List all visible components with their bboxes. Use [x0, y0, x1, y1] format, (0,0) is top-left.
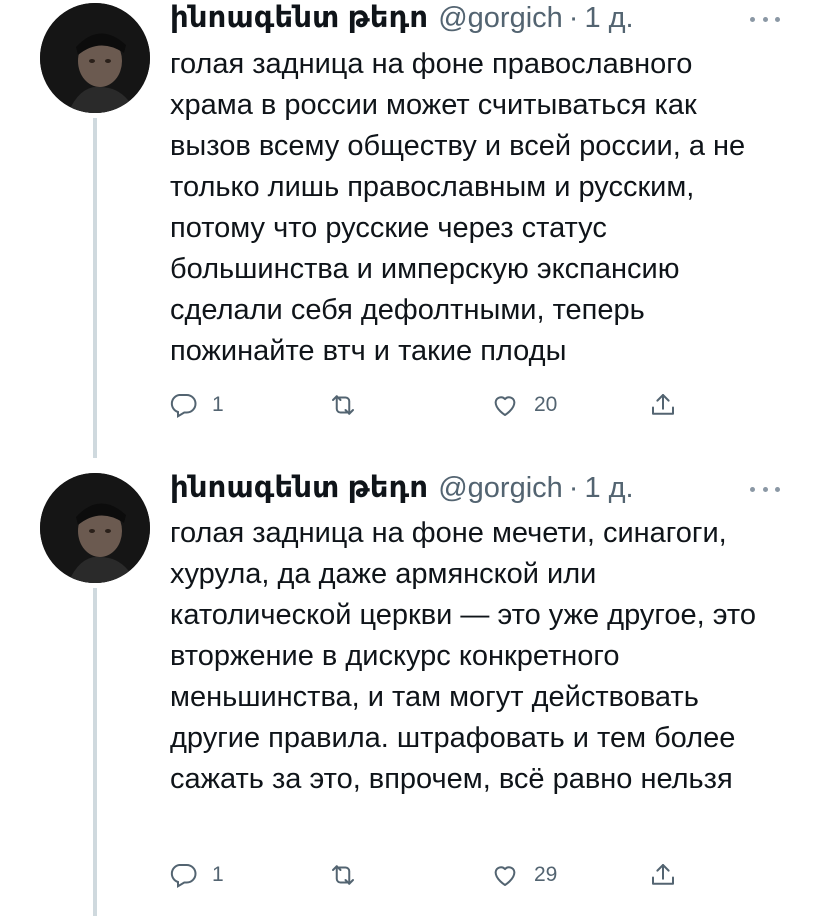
- tweet[interactable]: ինոագենտ թեդո @gorgich · 1 д. голая задн…: [0, 0, 828, 458]
- like-count: 29: [534, 863, 558, 886]
- reply-button[interactable]: 1: [168, 855, 224, 895]
- tweet-header: ինոագենտ թեդո @gorgich · 1 д.: [170, 470, 634, 510]
- tweet[interactable]: ինոագենտ թեդո @gorgich · 1 д. голая задн…: [0, 458, 828, 916]
- more-icon[interactable]: [750, 485, 780, 493]
- reply-count: 1: [212, 393, 224, 416]
- retweet-button[interactable]: [328, 385, 372, 425]
- share-button[interactable]: [648, 855, 678, 895]
- tweet-header: ինոագենտ թեդո @gorgich · 1 д.: [170, 0, 634, 40]
- retweet-icon: [332, 865, 354, 885]
- separator-dot: ·: [568, 472, 579, 504]
- reply-icon: [170, 394, 197, 419]
- author-name[interactable]: ինոագենտ թեդո: [170, 470, 428, 505]
- like-button[interactable]: 20: [490, 385, 557, 425]
- timestamp[interactable]: 1 д.: [584, 2, 633, 35]
- author-handle[interactable]: @gorgich: [438, 472, 563, 505]
- tweet-text: голая задница на фоне мечети, синагоги, …: [170, 517, 756, 795]
- thread-line: [93, 118, 97, 458]
- action-bar: 1 20: [160, 385, 720, 425]
- avatar[interactable]: [40, 473, 150, 583]
- separator-dot: ·: [568, 2, 579, 34]
- author-handle[interactable]: @gorgich: [438, 2, 563, 35]
- like-button[interactable]: 29: [490, 855, 557, 895]
- reply-count: 1: [212, 863, 224, 886]
- thread-line: [93, 588, 97, 916]
- more-icon[interactable]: [750, 15, 780, 23]
- reply-icon: [170, 864, 197, 889]
- author-name[interactable]: ինոագենտ թեդո: [170, 0, 428, 35]
- heart-icon: [494, 396, 516, 416]
- share-icon: [652, 394, 674, 415]
- tweet-text: голая задница на фоне православного храм…: [170, 48, 746, 367]
- avatar[interactable]: [40, 3, 150, 113]
- action-bar: 1 29: [160, 855, 720, 895]
- heart-icon: [494, 866, 516, 886]
- share-icon: [652, 864, 674, 885]
- share-button[interactable]: [648, 385, 678, 425]
- retweet-button[interactable]: [328, 855, 372, 895]
- like-count: 20: [534, 393, 558, 416]
- reply-button[interactable]: 1: [168, 385, 224, 425]
- timestamp[interactable]: 1 д.: [584, 472, 633, 505]
- retweet-icon: [332, 395, 354, 415]
